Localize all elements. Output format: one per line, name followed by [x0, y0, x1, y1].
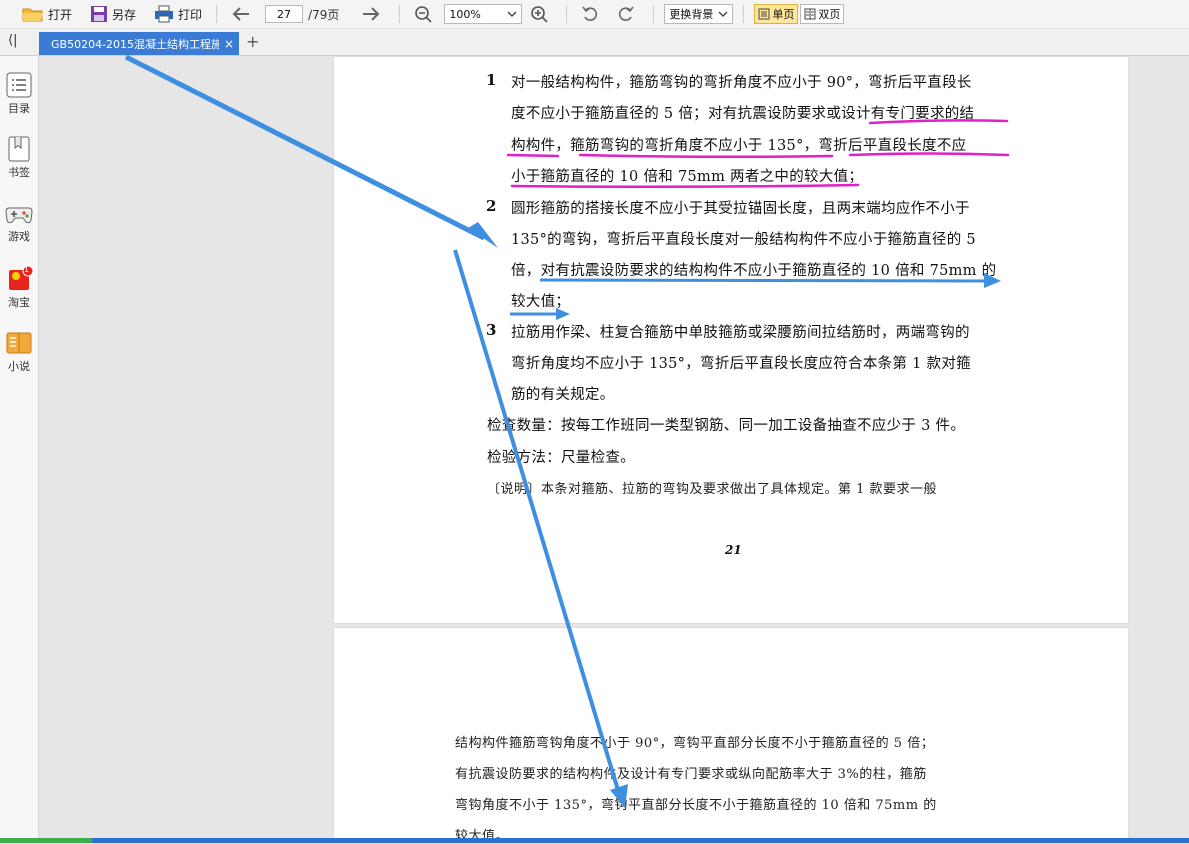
item-number: 2	[486, 197, 497, 215]
text-line: 倍，对有抗震设防要求的结构构件不应小于箍筋直径的 10 倍和 75mm 的	[511, 263, 997, 279]
rotate-left-button[interactable]	[577, 2, 607, 26]
collapse-sidebar-button[interactable]: ⟨|	[8, 33, 17, 48]
printer-icon	[155, 5, 174, 23]
toolbar-divider	[743, 5, 745, 23]
taskbar-strip	[0, 838, 1189, 843]
open-button[interactable]: 打开	[18, 2, 76, 26]
text-line: 拉筋用作梁、柱复合箍筋中单肢箍筋或梁腰筋间拉结筋时，两端弯钩的	[511, 325, 970, 341]
close-icon[interactable]: ×	[224, 37, 234, 51]
open-label: 打开	[48, 7, 73, 22]
text-line: 小于箍筋直径的 10 倍和 75mm 两者之中的较大值；	[511, 169, 864, 185]
folder-icon	[22, 8, 43, 22]
taskbar-start	[0, 838, 92, 843]
explanation-note: 〔说明〕本条对箍筋、拉筋的弯钩及要求做出了具体规定。第 1 款要求一般	[487, 482, 938, 497]
notification-badge: 1	[24, 265, 30, 274]
prev-page-button[interactable]	[227, 2, 259, 26]
sidebar-item-label: 游戏	[8, 230, 30, 243]
text-line: 有抗震设防要求的结构构件及设计有专门要求或纵向配筋率大于 3%的柱，箍筋	[455, 767, 927, 782]
toolbar-divider	[399, 5, 401, 23]
tab-document[interactable]: GB50204-2015混凝土结构工程施工质量验收规范 ×	[39, 32, 239, 55]
chevron-down-icon	[507, 11, 517, 17]
toolbar: 打开 另存 打印 27 /79页 100% 更换背景 单页 双页	[0, 0, 1189, 29]
text-line: 对一般结构构件，箍筋弯钩的弯折角度不应小于 90°，弯折后平直段长	[511, 75, 972, 91]
text-line: 弯折角度均不应小于 135°，弯折后平直段长度应符合本条第 1 款对箍	[511, 356, 971, 372]
text-line: 度不应小于箍筋直径的 5 倍；对有抗震设防要求或设计有专门要求的结	[511, 106, 975, 122]
sidebar-item-toc[interactable]: 目录	[0, 72, 38, 116]
change-background-label: 更换背景	[669, 8, 714, 21]
arrow-left-icon	[232, 7, 250, 21]
page-number-input[interactable]: 27	[265, 5, 304, 23]
sidebar-item-games[interactable]: 游戏	[0, 202, 38, 244]
text-line: 筋的有关规定。	[511, 387, 615, 403]
tab-bar: ⟨| GB50204-2015混凝土结构工程施工质量验收规范 × +	[0, 29, 1189, 56]
save-icon	[91, 6, 108, 22]
tab-title: GB50204-2015混凝土结构工程施工质量验收规范	[51, 37, 219, 51]
check-method: 检验方法：尺量检查。	[487, 450, 635, 466]
book-icon	[6, 332, 32, 354]
sidebar-item-label: 目录	[8, 102, 30, 115]
saveas-label: 另存	[112, 7, 137, 22]
double-page-icon	[804, 8, 816, 20]
item-number: 1	[486, 71, 497, 89]
zoom-in-icon	[531, 6, 548, 23]
rotate-right-icon	[619, 6, 635, 21]
toolbar-divider	[566, 5, 568, 23]
sidebar-item-label: 淘宝	[8, 296, 30, 309]
text-line: 135°的弯钩，弯折后平直段长度对一般结构构件不应小于箍筋直径的 5	[511, 232, 976, 248]
arrow-right-icon	[363, 7, 380, 21]
bookmark-icon	[8, 136, 30, 162]
single-page-button[interactable]: 单页	[754, 4, 799, 24]
text-line: 较大值；	[511, 294, 571, 310]
sidebar: 目录 书签 游戏 淘宝 1 小说	[0, 56, 39, 843]
text-line: 构构件，箍筋弯钩的弯折角度不应小于 135°，弯折后平直段长度不应	[511, 138, 967, 154]
sidebar-item-label: 书签	[8, 166, 30, 179]
check-quantity: 检查数量：按每工作班同一类型钢筋、同一加工设备抽查不应少于 3 件。	[487, 418, 966, 434]
list-icon	[6, 72, 32, 98]
toolbar-divider	[653, 5, 655, 23]
sidebar-item-bookmark[interactable]: 书签	[0, 136, 38, 180]
zoom-in-button[interactable]	[526, 2, 556, 26]
sidebar-item-taobao[interactable]: 淘宝	[0, 266, 38, 310]
rotate-right-button[interactable]	[613, 2, 643, 26]
sidebar-item-novel[interactable]: 小说	[0, 330, 38, 374]
text-line: 弯钩角度不小于 135°，弯钩平直部分长度不小于箍筋直径的 10 倍和 75mm…	[455, 798, 937, 813]
text-line: 结构构件箍筋弯钩角度不小于 90°，弯钩平直部分长度不小于箍筋直径的 5 倍；	[455, 736, 935, 751]
add-tab-button[interactable]: +	[246, 32, 259, 51]
saveas-button[interactable]: 另存	[86, 2, 140, 26]
print-label: 打印	[178, 7, 203, 22]
item-number: 3	[486, 321, 497, 339]
rotate-left-icon	[582, 6, 598, 21]
print-button[interactable]: 打印	[150, 2, 206, 26]
single-page-icon	[758, 8, 770, 20]
page-total: /79页	[308, 7, 340, 22]
zoom-value: 100%	[449, 7, 481, 21]
page-number: 21	[725, 543, 742, 557]
zoom-out-icon	[415, 6, 432, 23]
text-line: 圆形箍筋的搭接长度不应小于其受拉锚固长度，且两末端均应作不小于	[511, 201, 970, 217]
zoom-out-button[interactable]	[410, 2, 440, 26]
double-page-label: 双页	[818, 8, 841, 21]
toolbar-divider	[216, 5, 218, 23]
next-page-button[interactable]	[357, 2, 389, 26]
double-page-button[interactable]: 双页	[800, 4, 845, 24]
zoom-select[interactable]: 100%	[444, 4, 523, 24]
sidebar-item-label: 小说	[8, 360, 30, 373]
gamepad-icon	[5, 207, 33, 224]
change-background-button[interactable]: 更换背景	[664, 4, 734, 24]
single-page-label: 单页	[772, 8, 795, 21]
chevron-down-icon	[718, 11, 728, 17]
